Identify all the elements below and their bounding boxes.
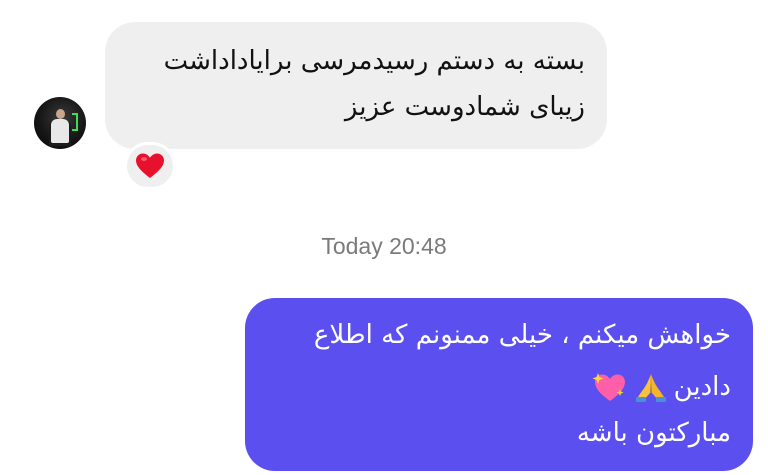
heart-icon [136, 153, 164, 178]
avatar[interactable] [34, 97, 86, 149]
message-timestamp: Today 20:48 [321, 233, 447, 259]
outgoing-message-line: خواهش میکنم ، خیلی ممنونم که اطلاع [313, 320, 731, 350]
avatar-neon-light [72, 113, 78, 131]
outgoing-message-line-text: دادین [673, 372, 731, 402]
sparkling-heart-icon [592, 373, 625, 401]
incoming-message-bubble[interactable]: بسته به دستم رسیدمرسی برایاداداشت زیبای … [105, 22, 607, 149]
avatar-figure-shirt [51, 119, 69, 143]
avatar-figure-head [56, 109, 65, 119]
incoming-message-line: زیبای شمادوست عزیز [344, 92, 585, 122]
outgoing-message-line-with-emojis: دادین [590, 370, 731, 404]
reaction-badge[interactable] [124, 142, 176, 190]
chat-thread: بسته به دستم رسیدمرسی برایاداداشت زیبای … [0, 0, 768, 475]
outgoing-message-bubble[interactable]: خواهش میکنم ، خیلی ممنونم که اطلاع دادین… [245, 298, 753, 471]
folded-hands-icon [635, 374, 666, 402]
outgoing-message-line: مبارکتون باشه [576, 418, 731, 448]
incoming-message-line: بسته به دستم رسیدمرسی برایاداداشت [163, 46, 585, 76]
